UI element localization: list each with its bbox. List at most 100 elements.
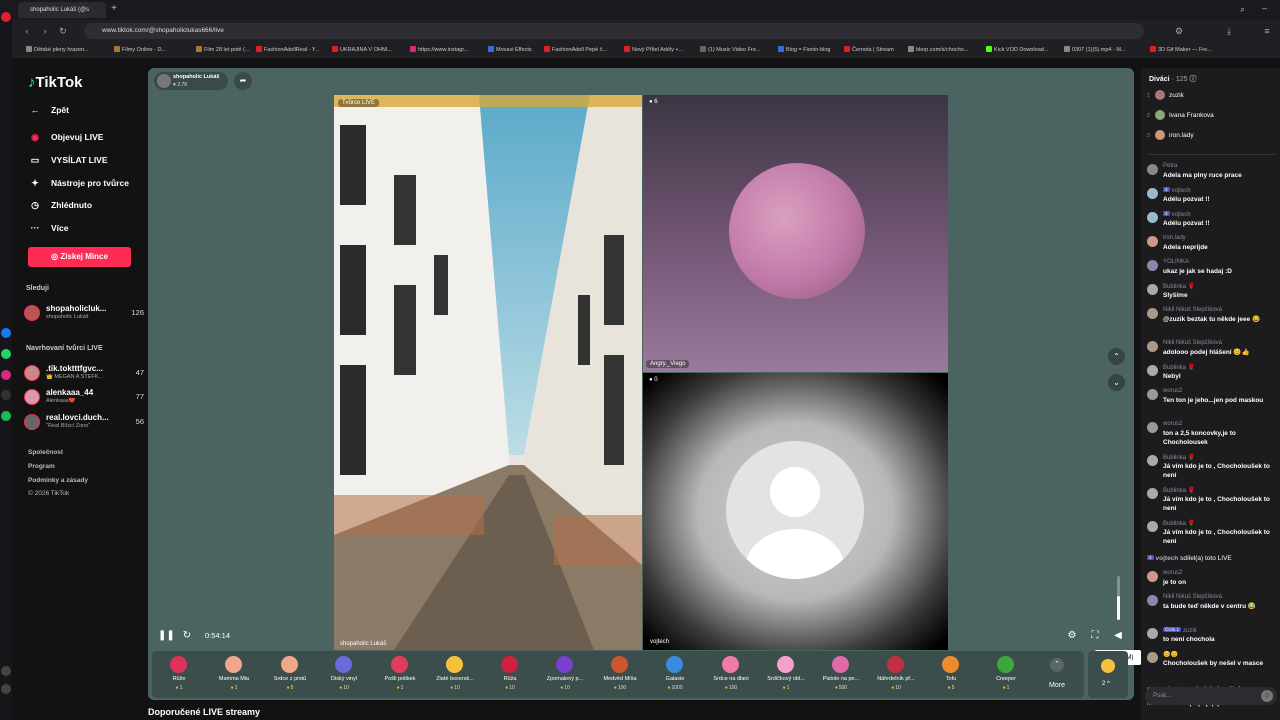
bookmark[interactable]: Černota | Stream: [844, 42, 894, 58]
volume-slider[interactable]: [1117, 576, 1120, 620]
more-gifts-button[interactable]: ⌃ More: [1038, 656, 1076, 696]
gift-price: 10: [870, 685, 922, 691]
tiktok-logo[interactable]: ♪TikTok: [28, 74, 82, 91]
suggested-account[interactable]: .tik.toktttfgvc... 👑 MEGAN A ŠTEFK... 47: [24, 362, 144, 384]
nav-creator-tools[interactable]: ✦ Nástroje pro tvůrce: [28, 175, 129, 191]
top-viewer[interactable]: 2 Ivana Frankova: [1147, 110, 1214, 124]
gift-item[interactable]: Galaxie 1000: [649, 651, 701, 698]
tiktok-side-icon[interactable]: [1, 390, 11, 400]
bookmark[interactable]: 0307 (1)(5).mp4 - M...: [1064, 42, 1126, 58]
gift-item[interactable]: Srdce z prstů 5: [264, 651, 316, 698]
suggested-account[interactable]: alenkaaa_44 Alenkaaa❤️ 77: [24, 386, 144, 408]
gift-page-indicator[interactable]: 2 ^: [1088, 651, 1128, 698]
nav-watched[interactable]: ◷ Zhlédnuto: [28, 197, 92, 213]
settings-icon[interactable]: ⚙: [1066, 630, 1078, 642]
gift-item[interactable]: Náhrdelník př... 10: [870, 651, 922, 698]
footer-link[interactable]: Společnost: [28, 449, 63, 456]
gift-item[interactable]: Zpomalený p... 10: [539, 651, 591, 698]
host-video[interactable]: Tvůrce LIVE shopaholic Lukáš: [334, 95, 642, 650]
bookmark[interactable]: Dětské pleny hrazen...: [26, 42, 89, 58]
forward-arrow-icon[interactable]: ›: [38, 24, 52, 38]
bookmark[interactable]: Nový Přítel Adély +...: [624, 42, 683, 58]
bookmark[interactable]: FashionAdellReal - Y...: [256, 42, 319, 58]
minimize-icon[interactable]: –: [1262, 3, 1267, 13]
nav-go-live[interactable]: ▭ VYSÍLAT LIVE: [28, 152, 108, 168]
gift-item[interactable]: Mamma Mia 1: [208, 651, 260, 698]
bookmark[interactable]: Blog = Fionin-blog: [778, 42, 831, 58]
gift-item[interactable]: Tofu 5: [925, 651, 977, 698]
browser-tab[interactable]: shopaholic Lukáš (@s: [18, 2, 106, 18]
refresh-icon[interactable]: ↻: [181, 630, 193, 642]
top-viewer[interactable]: 3 iron.lady: [1147, 130, 1194, 144]
gift-item[interactable]: Růže 1: [153, 651, 205, 698]
footer-link[interactable]: Program: [28, 463, 55, 470]
chat-input[interactable]: Psát... ☺: [1145, 687, 1277, 705]
fullscreen-icon[interactable]: ⛶: [1089, 630, 1101, 642]
gift-item[interactable]: Srdíčkový obl... 1: [760, 651, 812, 698]
reload-icon[interactable]: ↻: [56, 24, 70, 38]
gift-item[interactable]: Pošli polibek 1: [374, 651, 426, 698]
guest-video-2[interactable]: ● 0 vojtech: [643, 373, 948, 650]
history-icon[interactable]: [1, 684, 11, 694]
bookmark[interactable]: (1) Music Video Fre...: [700, 42, 760, 58]
gift-item[interactable]: Zlaté boxersk... 10: [429, 651, 481, 698]
gift-item[interactable]: Creeper 1: [980, 651, 1032, 698]
share-icon[interactable]: ➦: [234, 72, 252, 90]
chevron-down-icon[interactable]: ⌄: [1108, 374, 1125, 391]
suggested-account[interactable]: real.lovci.duch... "Real Blízcí Zone" 56: [24, 411, 144, 433]
instagram-icon[interactable]: [1, 370, 11, 380]
gift-icon: [722, 656, 739, 673]
new-tab-button[interactable]: +: [108, 3, 120, 15]
menu-icon[interactable]: ≡: [1260, 24, 1274, 38]
gift-item[interactable]: Růža 10: [484, 651, 536, 698]
bookmark[interactable]: Film 28 let poté (...: [196, 42, 250, 58]
gift-item[interactable]: Srdce na dlani 100: [705, 651, 757, 698]
host-info[interactable]: shopaholic Lukáš ♥ 2.7K: [154, 72, 228, 90]
back-link[interactable]: ← Zpět: [28, 102, 69, 118]
browser-search-icon[interactable]: ⌕: [1240, 4, 1245, 15]
back-arrow-icon[interactable]: ‹: [20, 24, 34, 38]
opera-icon[interactable]: [1, 12, 11, 22]
gift-item[interactable]: Diský vinyl 10: [318, 651, 370, 698]
chat-username: Bublinka 🌹: [1163, 284, 1196, 290]
chat-username: Bublinka 🌹: [1163, 365, 1196, 371]
emoji-icon[interactable]: ☺: [1261, 690, 1273, 702]
get-coins-button[interactable]: ◎ Získej Mince: [28, 247, 131, 267]
gift-icon: [556, 656, 573, 673]
bookmark[interactable]: blerp.com/s/chocho...: [908, 42, 968, 58]
extensions-icon[interactable]: ⚙: [1172, 24, 1186, 38]
chevron-up-icon[interactable]: ⌃: [1108, 348, 1125, 365]
bookmark[interactable]: Filmy Online - D...: [114, 42, 166, 58]
gift-item[interactable]: Pistole na pe... 500: [815, 651, 867, 698]
footer-link[interactable]: Podmínky a zásady: [28, 477, 88, 484]
bookmark[interactable]: 3D Gif Maker — Fre...: [1150, 42, 1212, 58]
address-bar[interactable]: www.tiktok.com/@shopaholiclukas666/live: [84, 23, 1144, 39]
heart-icon[interactable]: [1, 666, 11, 676]
bookmark[interactable]: FashionAdell Pepé č...: [544, 42, 607, 58]
info-icon[interactable]: ⓘ: [1190, 76, 1197, 83]
following-account[interactable]: shopaholicluk... shopaholic Lukáš 126: [24, 302, 144, 324]
pause-icon[interactable]: ❚❚: [158, 630, 175, 642]
gift-price: 10: [539, 685, 591, 691]
host-likes: ♥ 2.7K: [173, 82, 188, 88]
whatsapp-icon[interactable]: [1, 349, 11, 359]
bookmark[interactable]: UKRAJINA V OHNI...: [332, 42, 392, 58]
nav-explore-live[interactable]: ◉ Objevuj LIVE: [28, 129, 103, 145]
nav-more[interactable]: ··· Více: [28, 220, 69, 236]
bookmark[interactable]: Kick VOD Download...: [986, 42, 1048, 58]
avatar: [1147, 389, 1158, 400]
guest-video-1[interactable]: ● 6 Angry._Viego: [643, 95, 948, 372]
download-icon[interactable]: ⤓: [1222, 24, 1236, 38]
top-viewer[interactable]: 1 zuzik: [1147, 90, 1184, 104]
volume-fill: [1117, 595, 1120, 620]
street-scene: [334, 95, 642, 650]
avatar: [24, 414, 40, 430]
spotify-icon[interactable]: [1, 411, 11, 421]
account-subtitle: Alenkaaa❤️: [46, 398, 76, 404]
gift-item[interactable]: Medvěd Míša 100: [594, 651, 646, 698]
messenger-icon[interactable]: [1, 328, 11, 338]
bookmark[interactable]: Movavi Effects: [488, 42, 532, 58]
bookmark[interactable]: https://www.instagr...: [410, 42, 468, 58]
mute-icon[interactable]: ◀: [1112, 630, 1124, 642]
gift-price: 100: [594, 685, 646, 691]
